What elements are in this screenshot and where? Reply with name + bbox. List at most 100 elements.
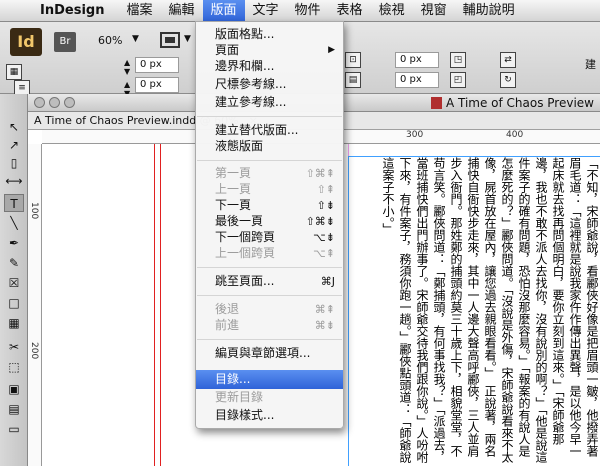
margin-guide [154, 144, 155, 466]
menu-item-label: 第一頁 [215, 166, 252, 180]
gap-tool-icon[interactable]: ⟷ [4, 172, 24, 190]
menu-separator [197, 267, 342, 268]
menu-help[interactable]: 輔助說明 [455, 0, 523, 22]
selection-tool-icon[interactable]: ↖ [4, 118, 24, 136]
menu-item-label: 前進 [215, 318, 240, 332]
menu-type[interactable]: 文字 [245, 0, 287, 22]
menu-window[interactable]: 視窗 [413, 0, 455, 22]
direct-select-tool-icon[interactable]: ↗ [4, 136, 24, 154]
menu-item-label: 上一頁 [215, 182, 252, 196]
zoom-dropdown-icon[interactable]: ▼ [132, 34, 139, 44]
h-field[interactable]: 0 px [395, 72, 439, 88]
indd-file-icon [430, 97, 442, 109]
pen-tool-icon[interactable]: ✒ [4, 234, 24, 252]
indesign-app-icon: Id [10, 28, 42, 56]
menu-item-label: 編頁與章節選項... [215, 346, 311, 360]
window-controls [34, 97, 79, 111]
menu-object[interactable]: 物件 [287, 0, 329, 22]
y-stepper-up-icon[interactable]: ▲ [124, 80, 130, 89]
screen-mode-dropdown-icon[interactable]: ▼ [184, 34, 191, 44]
menu-item-label: 頁面 [215, 43, 240, 57]
tools-panel: ↖ ↗ ▯ ⟷ T ╲ ✒ ✎ ☒ □ ▦ ✂ ⬚ ▣ ▤ ▭ [0, 94, 28, 466]
menu-item-go-forward[interactable]: 前進 ⌘⇟ [196, 316, 343, 335]
text-frame[interactable]: 「不知，宋師爺說，看酈俠好像是把眉頭一皺，他撥弄著眉毛道：「這裡就是說我家仵作傳… [348, 156, 600, 466]
menu-item-label: 目錄樣式... [215, 408, 275, 422]
gradient-feather-tool-icon[interactable]: ▤ [4, 400, 24, 418]
menu-item-label: 目錄... [215, 372, 251, 386]
x-field[interactable]: 0 px [135, 57, 179, 73]
effects-icon[interactable]: ⊡ [345, 52, 361, 68]
frame-fit-icon[interactable]: ◰ [450, 72, 466, 88]
bleed-guide [160, 144, 161, 466]
menu-separator [197, 160, 342, 161]
ruler-tick: 200 [29, 342, 39, 360]
rotate-icon[interactable]: ↻ [500, 72, 516, 88]
window-title-text: A Time of Chaos Preview [445, 96, 594, 110]
wrap-icon[interactable]: ▤ [345, 72, 361, 88]
flip-icon[interactable]: ⇄ [500, 52, 516, 68]
menu-item-ruler-guides[interactable]: 尺標參考線... [196, 75, 343, 94]
ruler-tick: 400 [506, 130, 524, 140]
menu-bar: InDesign 檔案 編輯 版面 文字 物件 表格 檢視 視窗 輔助說明 [0, 0, 600, 22]
menu-item-label: 最後一頁 [215, 214, 264, 228]
menu-separator [197, 339, 342, 340]
menu-layout[interactable]: 版面 [202, 0, 245, 22]
scissors-tool-icon[interactable]: ✂ [4, 338, 24, 356]
menu-item-label: 建立參考線... [215, 95, 287, 109]
zoom-level[interactable]: 60% [98, 34, 122, 47]
menu-table[interactable]: 表格 [329, 0, 371, 22]
menu-item-label: 更新目錄 [215, 390, 264, 404]
zoom-window-icon[interactable] [64, 97, 75, 108]
menu-file[interactable]: 檔案 [118, 0, 160, 22]
x-stepper-up-icon[interactable]: ▲ [124, 58, 130, 67]
minimize-window-icon[interactable] [49, 97, 60, 108]
w-field[interactable]: 0 px [395, 52, 439, 68]
menu-item-toc-styles[interactable]: 目錄樣式... [196, 406, 343, 425]
app-menu[interactable]: InDesign [36, 3, 118, 18]
free-transform-tool-icon[interactable]: ⬚ [4, 358, 24, 376]
gradient-tool-icon[interactable]: ▣ [4, 380, 24, 398]
menu-item-numbering-section[interactable]: 編頁與章節選項... [196, 344, 343, 363]
menu-item-label: 建立替代版面... [215, 123, 299, 137]
ruler-tick: 300 [406, 130, 424, 140]
menu-item-liquid-layout[interactable]: 液態版面 [196, 137, 343, 156]
page-tool-icon[interactable]: ▯ [4, 154, 24, 172]
menu-item-shortcut: ⌘⇟ [314, 319, 335, 332]
reference-point-icon[interactable]: ▦ [6, 64, 22, 80]
menu-item-table-of-contents[interactable]: 目錄... [196, 370, 343, 389]
type-tool-icon[interactable]: T [4, 194, 24, 212]
menu-item-go-to-page[interactable]: 跳至頁面... ⌘J [196, 272, 343, 291]
x-stepper-down-icon[interactable]: ▼ [124, 67, 130, 76]
menu-item-label: 跳至頁面... [215, 274, 275, 288]
corner-option-icon[interactable]: ◳ [450, 52, 466, 68]
menu-item-label: 液態版面 [215, 139, 264, 153]
menu-view[interactable]: 檢視 [371, 0, 413, 22]
menu-item-label: 上一個跨頁 [215, 246, 276, 260]
panel-label: 建 [585, 58, 596, 71]
menu-item-label: 邊界和欄... [215, 59, 275, 73]
vertical-ruler[interactable]: 100 200 [28, 144, 42, 466]
note-tool-icon[interactable]: ▭ [4, 420, 24, 438]
menu-item-label: 版面格點... [215, 27, 275, 41]
close-window-icon[interactable] [34, 97, 45, 108]
menu-item-label: 下一頁 [215, 198, 252, 212]
screen-mode-icon[interactable] [160, 32, 180, 48]
menu-item-label: 尺標參考線... [215, 77, 287, 91]
menu-item-previous-spread[interactable]: 上一個跨頁 ⌥⇞ [196, 244, 343, 263]
pencil-tool-icon[interactable]: ✎ [4, 254, 24, 272]
menu-item-update-toc[interactable]: 更新目錄 [196, 388, 343, 407]
menu-item-create-guides[interactable]: 建立參考線... [196, 93, 343, 112]
menu-item-label: 下一個跨頁 [215, 230, 276, 244]
rect-frame-tool-icon[interactable]: ☒ [4, 274, 24, 292]
y-field[interactable]: 0 px [135, 77, 179, 93]
menu-item-label: 後退 [215, 302, 240, 316]
menu-edit[interactable]: 編輯 [160, 0, 202, 22]
window-title: A Time of Chaos Preview [430, 96, 594, 110]
rect-tool-icon[interactable]: □ [4, 294, 24, 312]
table-tool-icon[interactable]: ▦ [4, 314, 24, 332]
line-tool-icon[interactable]: ╲ [4, 214, 24, 232]
menu-item-margins-columns[interactable]: 邊界和欄... [196, 57, 343, 76]
layout-menu: 版面格點... 頁面 ▶ 邊界和欄... 尺標參考線... 建立參考線... 建立… [195, 21, 344, 429]
menu-separator [197, 295, 342, 296]
bridge-button[interactable]: Br [54, 32, 76, 52]
